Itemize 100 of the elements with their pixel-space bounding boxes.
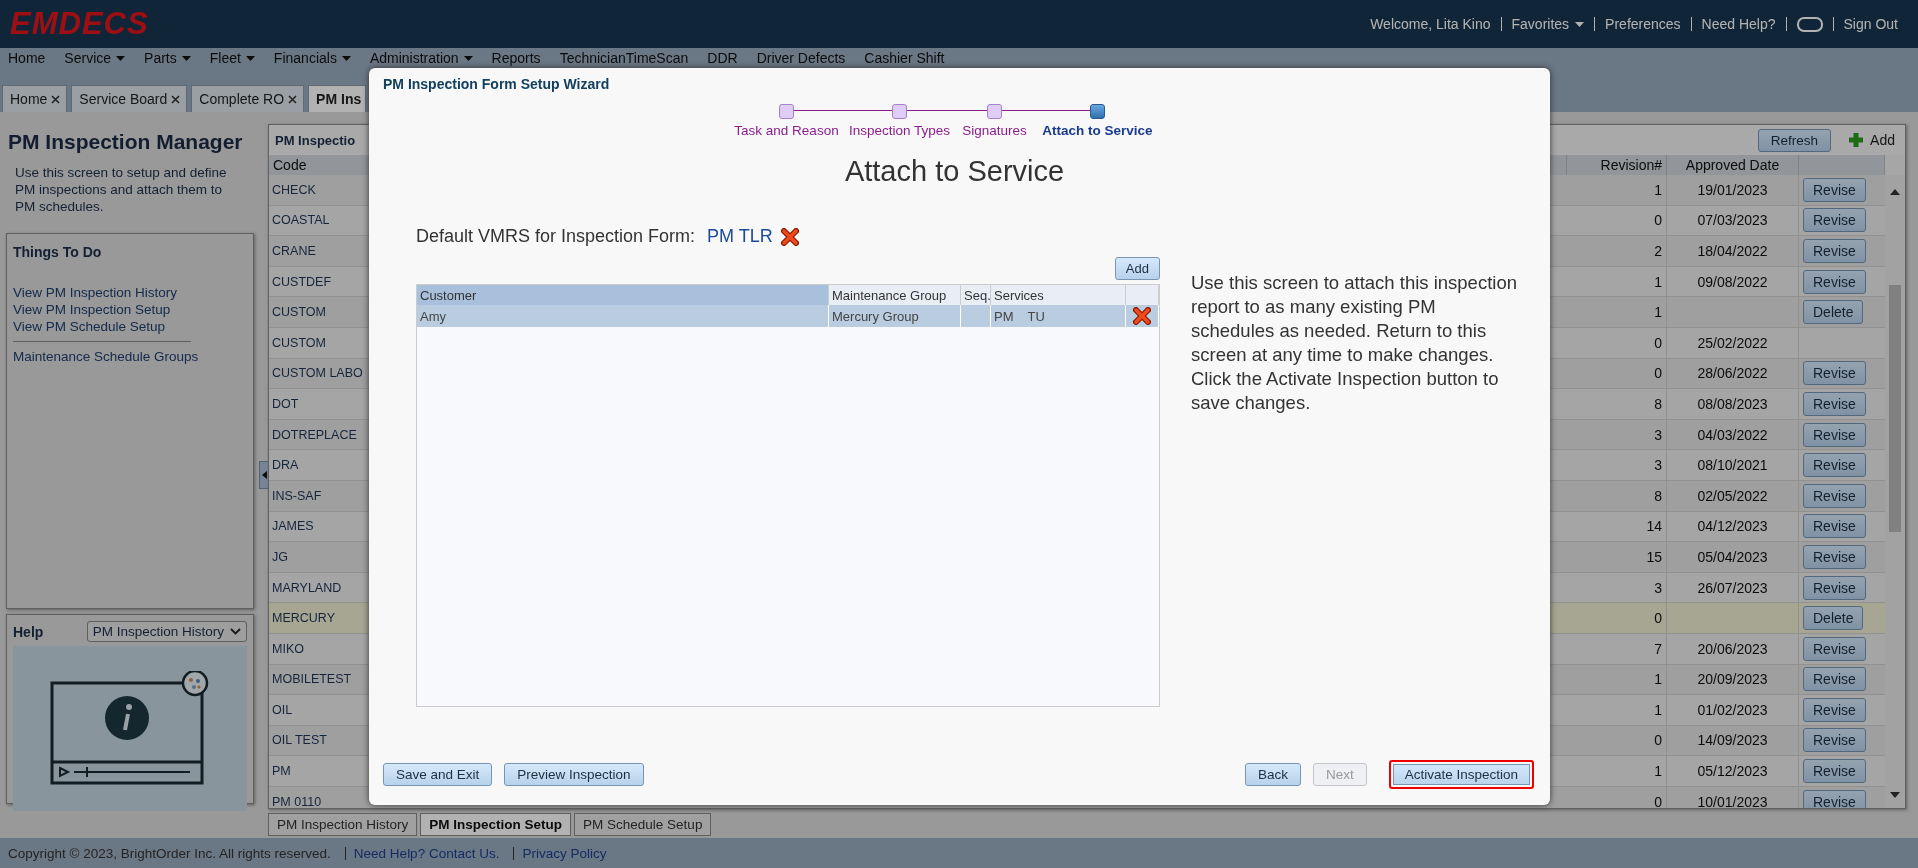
header-link[interactable]: Favorites xyxy=(1501,16,1595,32)
add-button[interactable]: Add xyxy=(1114,257,1160,280)
row-action-button[interactable]: Revise xyxy=(1803,728,1866,753)
tab[interactable]: PM Ins xyxy=(308,85,367,112)
menu-item[interactable]: Reports xyxy=(489,50,543,66)
close-icon[interactable] xyxy=(171,94,181,104)
row-action-button[interactable]: Revise xyxy=(1803,759,1866,784)
vmrs-value[interactable]: PM TLR xyxy=(707,226,773,247)
tab[interactable]: Home xyxy=(2,85,68,112)
footer-button[interactable]: Save and Exit xyxy=(383,762,493,786)
step-heading: Attach to Service xyxy=(844,155,1065,188)
footer-button[interactable]: Back xyxy=(1244,762,1301,786)
code-cell-text: MERCURY xyxy=(271,611,336,626)
revision-cell: 0 xyxy=(1567,327,1667,358)
menu-item[interactable]: Fleet xyxy=(207,50,257,66)
row-action-button[interactable]: Revise xyxy=(1803,391,1866,416)
footer-button[interactable]: Preview Inspection xyxy=(504,762,644,786)
bottom-tab[interactable]: PM Inspection Setup xyxy=(420,813,572,836)
step-marker[interactable] xyxy=(779,104,794,119)
menu-item[interactable]: Parts xyxy=(142,50,193,66)
tab[interactable]: Complete RO xyxy=(191,85,305,112)
row-action-button[interactable]: Revise xyxy=(1803,544,1866,569)
revision-cell: 3 xyxy=(1567,572,1667,603)
revision-cell: 3 xyxy=(1567,419,1667,450)
service-row[interactable]: Amy Mercury Group PM TU xyxy=(417,305,1159,327)
row-action-button[interactable]: Revise xyxy=(1803,361,1866,386)
step-marker[interactable] xyxy=(892,104,907,119)
menu-item[interactable]: Financials xyxy=(271,50,353,66)
row-action-button[interactable]: Revise xyxy=(1803,483,1866,508)
row-action-button[interactable]: Revise xyxy=(1803,636,1866,661)
row-action-button[interactable]: Revise xyxy=(1803,239,1866,263)
step-label[interactable]: Attach to Service xyxy=(1042,123,1153,138)
row-action-button[interactable]: Revise xyxy=(1803,667,1866,692)
header-link[interactable]: Need Help? xyxy=(1691,16,1786,32)
help-topic-select[interactable]: PM Inspection History xyxy=(86,621,247,642)
row-action-button[interactable]: Revise xyxy=(1803,789,1866,808)
date-cell: 07/03/2023 xyxy=(1667,205,1799,236)
date-cell: 20/06/2023 xyxy=(1667,633,1799,664)
task-link[interactable]: View PM Inspection Setup xyxy=(13,302,247,317)
row-action-button[interactable]: Delete xyxy=(1803,300,1864,325)
menu-item[interactable]: TechnicianTimeScan xyxy=(557,50,691,66)
row-action-button[interactable]: Revise xyxy=(1803,208,1866,233)
menu-item[interactable]: Driver Defects xyxy=(754,50,848,66)
revision-cell: 8 xyxy=(1567,480,1667,511)
menu-item[interactable]: Home xyxy=(6,50,48,66)
revision-cell: 0 xyxy=(1567,603,1667,633)
revision-cell: 2 xyxy=(1567,236,1667,266)
bottom-tab[interactable]: PM Inspection History xyxy=(268,813,418,836)
tab[interactable]: Service Board xyxy=(71,85,188,112)
code-cell-text: DOT xyxy=(271,396,300,411)
sign-out-link[interactable]: Sign Out xyxy=(1833,16,1908,32)
step-marker[interactable] xyxy=(987,104,1002,119)
row-action-button[interactable]: Delete xyxy=(1803,606,1864,631)
column-header[interactable]: Customer xyxy=(417,285,829,305)
date-cell: 25/02/2022 xyxy=(1667,327,1799,358)
step-label[interactable]: Task and Reason xyxy=(734,123,839,138)
menu-item[interactable]: DDR xyxy=(705,50,740,66)
date-cell: 01/02/2023 xyxy=(1667,695,1799,725)
footer-link[interactable]: Need Help? Contact Us. xyxy=(353,845,500,861)
delete-icon[interactable] xyxy=(1133,307,1151,325)
refresh-button[interactable]: Refresh xyxy=(1757,128,1832,152)
row-action-button[interactable]: Revise xyxy=(1803,575,1866,600)
step-label[interactable]: Signatures xyxy=(962,123,1027,138)
scrollbar[interactable] xyxy=(1885,175,1905,808)
task-link[interactable]: View PM Schedule Setup xyxy=(13,319,247,334)
menu-item[interactable]: Service xyxy=(62,50,128,66)
row-action-button[interactable]: Revise xyxy=(1803,269,1866,294)
row-action-button[interactable]: Revise xyxy=(1803,697,1866,722)
date-cell: 19/01/2023 xyxy=(1667,175,1799,205)
close-icon[interactable] xyxy=(51,94,61,104)
revision-cell: 7 xyxy=(1567,633,1667,664)
close-icon[interactable] xyxy=(288,94,298,104)
step-marker[interactable] xyxy=(1090,104,1105,119)
scroll-thumb[interactable] xyxy=(1889,285,1901,532)
scroll-down-icon[interactable] xyxy=(1890,792,1900,798)
bottom-tab[interactable]: PM Schedule Setup xyxy=(574,813,712,836)
row-action-button[interactable]: Revise xyxy=(1803,514,1866,539)
code-cell-text: OIL xyxy=(271,702,294,717)
revision-cell: 1 xyxy=(1567,756,1667,786)
step-label[interactable]: Inspection Types xyxy=(848,123,951,138)
date-cell: 08/10/2021 xyxy=(1667,450,1799,480)
video-placeholder[interactable] xyxy=(13,646,247,811)
row-action-button[interactable]: Revise xyxy=(1803,453,1866,478)
menu-item[interactable]: Cashier Shift xyxy=(862,50,947,66)
code-cell-text: JG xyxy=(271,549,289,564)
row-action-button[interactable]: Revise xyxy=(1803,422,1866,447)
add-button[interactable]: Add xyxy=(1847,131,1895,149)
welcome-text: Welcome, Lita Kino xyxy=(1369,16,1492,32)
header-link[interactable]: Preferences xyxy=(1595,16,1691,32)
scroll-up-icon[interactable] xyxy=(1890,189,1900,195)
date-cell: 10/01/2023 xyxy=(1667,786,1799,808)
revision-cell: 1 xyxy=(1567,695,1667,725)
task-link[interactable]: View PM Inspection History xyxy=(13,285,247,300)
menu-item[interactable]: Administration xyxy=(367,50,475,66)
footer-button[interactable]: Activate Inspection xyxy=(1388,759,1534,789)
footer-link[interactable]: Privacy Policy xyxy=(522,845,607,861)
task-link[interactable]: Maintenance Schedule Groups xyxy=(13,349,247,364)
delete-icon[interactable] xyxy=(780,227,799,246)
toggle-icon[interactable] xyxy=(1796,16,1823,32)
row-action-button[interactable]: Revise xyxy=(1803,177,1866,202)
